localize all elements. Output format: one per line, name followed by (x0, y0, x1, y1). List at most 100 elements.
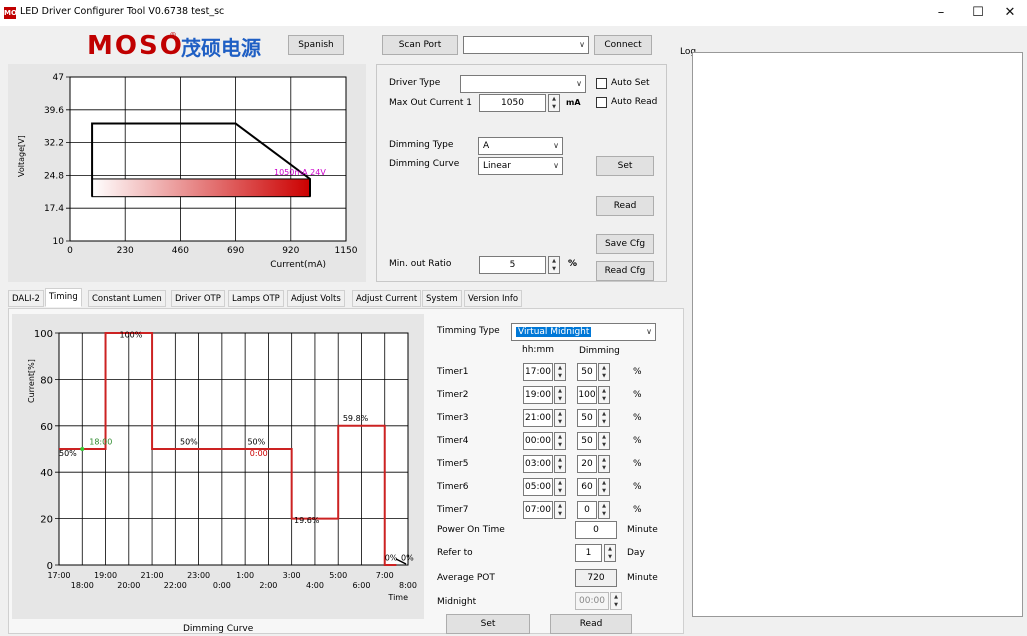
spin-up-icon[interactable]: ▲ (555, 456, 565, 464)
maximize-button[interactable]: ☐ (961, 3, 995, 23)
spin-down-icon[interactable]: ▼ (599, 487, 609, 495)
close-button[interactable]: ✕ (993, 3, 1027, 23)
timer-time-spinner[interactable]: ▲ ▼ (554, 478, 566, 496)
spin-up-icon[interactable]: ▲ (549, 257, 559, 265)
timer-time-spinner[interactable]: ▲ ▼ (554, 363, 566, 381)
timer-time-input[interactable]: 07:00 (523, 501, 553, 519)
timer-time-spinner[interactable]: ▲ ▼ (554, 432, 566, 450)
spin-down-icon[interactable]: ▼ (599, 510, 609, 518)
read-cfg-button[interactable]: Read Cfg (596, 261, 654, 281)
spin-down-icon[interactable]: ▼ (555, 464, 565, 472)
port-combo[interactable]: ∨ (463, 36, 589, 54)
spin-up-icon[interactable]: ▲ (555, 387, 565, 395)
auto-read-checkbox[interactable] (596, 97, 607, 108)
spin-down-icon[interactable]: ▼ (599, 395, 609, 403)
spin-down-icon[interactable]: ▼ (549, 103, 559, 111)
timer-dim-input[interactable]: 50 (577, 409, 597, 427)
timer-dim-input[interactable]: 60 (577, 478, 597, 496)
timer-dim-input[interactable]: 100 (577, 386, 597, 404)
timing-read-button[interactable]: Read (550, 614, 632, 634)
tab-driver-otp[interactable]: Driver OTP (171, 290, 225, 307)
spin-down-icon[interactable]: ▼ (555, 395, 565, 403)
spin-up-icon[interactable]: ▲ (599, 387, 609, 395)
refer-input[interactable]: 1 (575, 544, 602, 562)
tab-dali-2[interactable]: DALI-2 (8, 290, 44, 307)
spin-up-icon[interactable]: ▲ (555, 479, 565, 487)
timer-time-input[interactable]: 03:00 (523, 455, 553, 473)
spin-up-icon[interactable]: ▲ (599, 502, 609, 510)
timing-set-button[interactable]: Set (446, 614, 530, 634)
timer-dim-input[interactable]: 50 (577, 363, 597, 381)
spin-up-icon[interactable]: ▲ (555, 364, 565, 372)
spin-up-icon[interactable]: ▲ (605, 545, 615, 553)
timer-dim-spinner[interactable]: ▲ ▼ (598, 363, 610, 381)
timer-dim-spinner[interactable]: ▲ ▼ (598, 455, 610, 473)
spin-up-icon[interactable]: ▲ (549, 95, 559, 103)
max-out-spinner[interactable]: ▲ ▼ (548, 94, 560, 112)
connect-button[interactable]: Connect (594, 35, 652, 55)
tab-version-info[interactable]: Version Info (464, 290, 523, 307)
spin-down-icon[interactable]: ▼ (599, 372, 609, 380)
timer-dim-spinner[interactable]: ▲ ▼ (598, 501, 610, 519)
timer-time-input[interactable]: 05:00 (523, 478, 553, 496)
tab-constant-lumen[interactable]: Constant Lumen (88, 290, 166, 307)
driver-type-combo[interactable]: ∨ (460, 75, 586, 93)
timer-time-spinner[interactable]: ▲ ▼ (554, 501, 566, 519)
timer-dim-spinner[interactable]: ▲ ▼ (598, 409, 610, 427)
dimming-curve-combo[interactable]: Linear ∨ (478, 157, 563, 175)
spin-up-icon[interactable]: ▲ (555, 433, 565, 441)
refer-spinner[interactable]: ▲ ▼ (604, 544, 616, 562)
spin-up-icon[interactable]: ▲ (555, 410, 565, 418)
spin-down-icon[interactable]: ▼ (555, 487, 565, 495)
timer-dim-spinner[interactable]: ▲ ▼ (598, 386, 610, 404)
power-on-input[interactable]: 0 (575, 521, 617, 539)
auto-set-checkbox[interactable] (596, 78, 607, 89)
timer-time-spinner[interactable]: ▲ ▼ (554, 409, 566, 427)
driver-set-button[interactable]: Set (596, 156, 654, 176)
min-ratio-input[interactable]: 5 (479, 256, 546, 274)
minimize-button[interactable]: – (924, 3, 958, 23)
spin-down-icon[interactable]: ▼ (555, 372, 565, 380)
spin-down-icon[interactable]: ▼ (555, 418, 565, 426)
timer-time-spinner[interactable]: ▲ ▼ (554, 386, 566, 404)
tab-adjust-volts[interactable]: Adjust Volts (287, 290, 345, 307)
spin-up-icon[interactable]: ▲ (611, 593, 621, 601)
midnight-spinner[interactable]: ▲ ▼ (610, 592, 622, 610)
timer-time-spinner[interactable]: ▲ ▼ (554, 455, 566, 473)
spin-down-icon[interactable]: ▼ (555, 510, 565, 518)
timer-dim-input[interactable]: 0 (577, 501, 597, 519)
spin-up-icon[interactable]: ▲ (599, 433, 609, 441)
timing-type-combo[interactable]: Virtual Midnight ∨ (511, 323, 656, 341)
min-ratio-spinner[interactable]: ▲ ▼ (548, 256, 560, 274)
tab-system[interactable]: System (422, 290, 462, 307)
log-textarea[interactable] (692, 52, 1023, 617)
spin-down-icon[interactable]: ▼ (605, 553, 615, 561)
timer-dim-spinner[interactable]: ▲ ▼ (598, 478, 610, 496)
spin-up-icon[interactable]: ▲ (599, 364, 609, 372)
spin-up-icon[interactable]: ▲ (599, 456, 609, 464)
timer-dim-input[interactable]: 50 (577, 432, 597, 450)
spin-up-icon[interactable]: ▲ (555, 502, 565, 510)
timer-time-input[interactable]: 00:00 (523, 432, 553, 450)
spin-down-icon[interactable]: ▼ (599, 441, 609, 449)
spin-up-icon[interactable]: ▲ (599, 410, 609, 418)
tab-lamps-otp[interactable]: Lamps OTP (228, 290, 284, 307)
save-cfg-button[interactable]: Save Cfg (596, 234, 654, 254)
tab-adjust-current[interactable]: Adjust Current (352, 290, 422, 307)
timer-time-input[interactable]: 17:00 (523, 363, 553, 381)
spin-down-icon[interactable]: ▼ (611, 601, 621, 609)
driver-read-button[interactable]: Read (596, 196, 654, 216)
spin-down-icon[interactable]: ▼ (549, 265, 559, 273)
timer-dim-input[interactable]: 20 (577, 455, 597, 473)
timer-dim-spinner[interactable]: ▲ ▼ (598, 432, 610, 450)
spin-up-icon[interactable]: ▲ (599, 479, 609, 487)
timer-time-input[interactable]: 21:00 (523, 409, 553, 427)
spin-down-icon[interactable]: ▼ (555, 441, 565, 449)
language-button[interactable]: Spanish (288, 35, 344, 55)
timer-time-input[interactable]: 19:00 (523, 386, 553, 404)
scan-port-button[interactable]: Scan Port (382, 35, 458, 55)
max-out-input[interactable]: 1050 (479, 94, 546, 112)
midnight-input[interactable]: 00:00 (575, 592, 609, 610)
spin-down-icon[interactable]: ▼ (599, 464, 609, 472)
dimming-type-combo[interactable]: A ∨ (478, 137, 563, 155)
